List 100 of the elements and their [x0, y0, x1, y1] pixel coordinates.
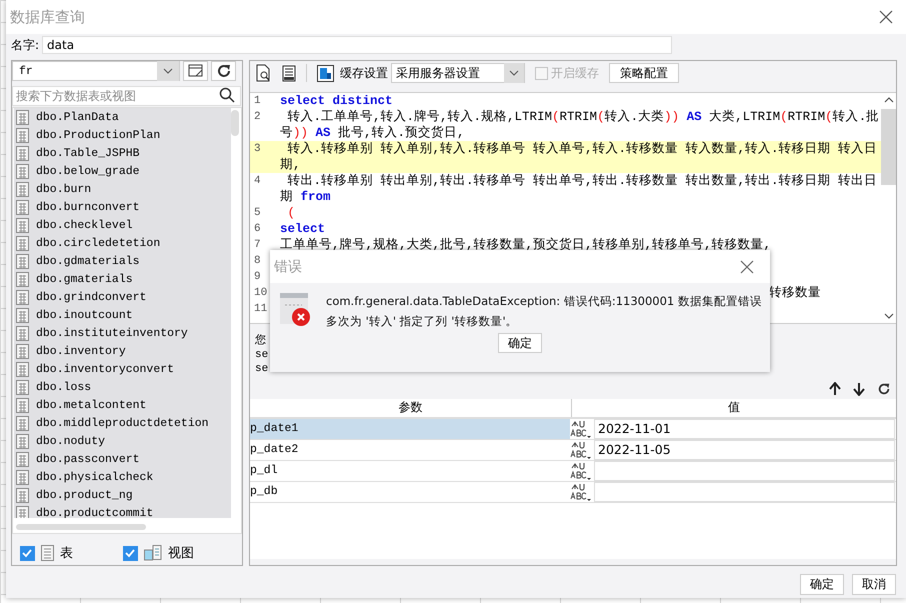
ok-button[interactable]: 确定	[498, 333, 542, 353]
error-icon	[280, 293, 310, 327]
table-cell[interactable]: p_db	[250, 482, 570, 502]
caret-icon	[157, 61, 179, 81]
line-number: 3	[253, 142, 262, 157]
move-down-icon[interactable]	[853, 382, 865, 396]
name-field[interactable]: data	[42, 36, 672, 54]
code-line: select	[280, 221, 326, 237]
table-name[interactable]: dbo.PlanData	[36, 110, 119, 124]
table-cell[interactable]: p_date2	[250, 440, 570, 460]
scrollbar[interactable]	[231, 110, 239, 136]
type-icon[interactable]	[570, 440, 592, 460]
table-name[interactable]: dbo.inventory	[36, 344, 126, 358]
table-name[interactable]: dbo.middleproductdetetion	[36, 416, 209, 430]
table-name[interactable]: dbo.inventoryconvert	[36, 362, 174, 376]
refresh-button[interactable]	[211, 61, 236, 81]
dialog-button[interactable]: 确定	[800, 574, 844, 595]
table-name[interactable]: dbo.inoutcount	[36, 308, 133, 322]
code-line: 转出.转移单别 转出单别,转出.转移单号 转出单号,转出.转移数量 转出数量,转出.转移日期 转出日期 from	[280, 173, 878, 205]
table-name[interactable]: dbo.checklevel	[36, 218, 133, 232]
table-cell[interactable]: p_dl	[250, 461, 570, 481]
scroll-up-icon[interactable]	[884, 97, 894, 103]
scroll-down-icon[interactable]	[884, 313, 894, 319]
connection-select[interactable]: fr	[12, 61, 180, 81]
name-label: 名字:	[11, 36, 40, 54]
close-icon[interactable]	[740, 260, 754, 274]
type-icon[interactable]	[570, 419, 592, 439]
line-number: 4	[253, 174, 262, 189]
table-icon	[16, 506, 29, 518]
table-name[interactable]: dbo.noduty	[36, 434, 106, 448]
table-icon	[16, 326, 29, 340]
table-name[interactable]: dbo.loss	[36, 380, 92, 394]
view-icon	[144, 545, 162, 561]
value-field[interactable]	[594, 461, 895, 481]
table-icon	[16, 200, 29, 214]
search-field[interactable]: 搜索下方数据表或视图	[12, 86, 241, 106]
code-line: 转移数量	[769, 285, 821, 301]
checkbox[interactable]	[20, 546, 35, 560]
line-number: 7	[253, 238, 262, 253]
code-line: select distinct	[280, 93, 393, 109]
edit-connection-button[interactable]	[183, 61, 208, 81]
hint-text: se	[255, 362, 268, 376]
cache-select[interactable]: 采用服务器设置	[391, 63, 525, 83]
line-number: 2	[253, 110, 262, 125]
line-number: 10	[253, 286, 268, 301]
table-name[interactable]: dbo.passconvert	[36, 452, 140, 466]
code-line: 工单单号,牌号,规格,大类,批号,转移数量,预交货日,转移单别,转移单号,转移数量,	[280, 237, 772, 253]
table-icon	[16, 398, 29, 412]
table-icon	[16, 182, 29, 196]
table-icon	[16, 128, 29, 142]
table-name[interactable]: dbo.metalcontent	[36, 398, 146, 412]
cache-settings-label: 缓存设置	[340, 64, 388, 82]
table-icon	[16, 146, 29, 160]
table-name[interactable]: dbo.burnconvert	[36, 200, 140, 214]
table-cell[interactable]: p_date1	[250, 419, 570, 439]
table-name[interactable]: dbo.product_ng	[36, 488, 133, 502]
table-name[interactable]: dbo.ProductionPlan	[36, 128, 160, 142]
dialog-button[interactable]: 取消	[852, 574, 896, 595]
table-name[interactable]: dbo.burn	[36, 182, 92, 196]
line-number: 11	[253, 302, 268, 317]
value-field[interactable]: 2022-11-01	[594, 419, 895, 439]
dialog-title: 错误	[274, 258, 302, 276]
sql-icon[interactable]	[282, 64, 296, 82]
close-icon[interactable]	[879, 10, 893, 24]
move-up-icon[interactable]	[829, 382, 841, 396]
value-field[interactable]: 2022-11-05	[594, 440, 895, 460]
table-name[interactable]: dbo.physicalcheck	[36, 470, 154, 484]
table-name[interactable]: dbo.below_grade	[36, 164, 140, 178]
table-name[interactable]: dbo.productcommit	[36, 506, 154, 518]
hint-text: 您	[255, 334, 266, 348]
error-message: com.fr.general.data.TableDataException: 错误代码:11300001 数据集配置错误多次为 '转入' 指定了列 '转移数量'。	[326, 293, 762, 330]
search-icon[interactable]	[219, 87, 235, 103]
table-icon	[16, 290, 29, 304]
code-line: (	[286, 205, 296, 221]
policy-button[interactable]: 策略配置	[609, 63, 679, 83]
column-header: 参数	[398, 399, 424, 416]
preview-icon[interactable]	[256, 64, 272, 82]
cache-icon[interactable]	[317, 64, 334, 82]
scrollbar[interactable]	[881, 109, 896, 185]
line-number: 9	[253, 270, 262, 285]
table-name[interactable]: dbo.instituteinventory	[36, 326, 188, 340]
scrollbar[interactable]	[16, 524, 146, 530]
refresh-icon[interactable]	[877, 382, 891, 396]
value-field[interactable]	[594, 482, 895, 502]
table-name[interactable]: dbo.circledetetion	[36, 236, 160, 250]
table-name[interactable]: dbo.Table_JSPHB	[36, 146, 140, 160]
table-icon	[16, 218, 29, 232]
table-name[interactable]: dbo.grindconvert	[36, 290, 146, 304]
code-line: 转入.工单单号,转入.牌号,转入.规格,LTRIM(RTRIM(转入.大类)) AS 大类,LTRIM(RTRIM(转入.批号)) AS 批号,转入.预交货日,	[280, 109, 880, 141]
table-name[interactable]: dbo.gmaterials	[36, 272, 133, 286]
line-number: 1	[253, 94, 262, 109]
caret-icon	[504, 63, 524, 83]
table-icon	[16, 380, 29, 394]
table-icon	[16, 272, 29, 286]
table-icon	[16, 416, 29, 430]
checkbox[interactable]	[123, 546, 138, 560]
filter-label: 表	[60, 545, 73, 562]
type-icon[interactable]	[570, 461, 592, 481]
type-icon[interactable]	[570, 482, 592, 502]
table-name[interactable]: dbo.gdmaterials	[36, 254, 140, 268]
